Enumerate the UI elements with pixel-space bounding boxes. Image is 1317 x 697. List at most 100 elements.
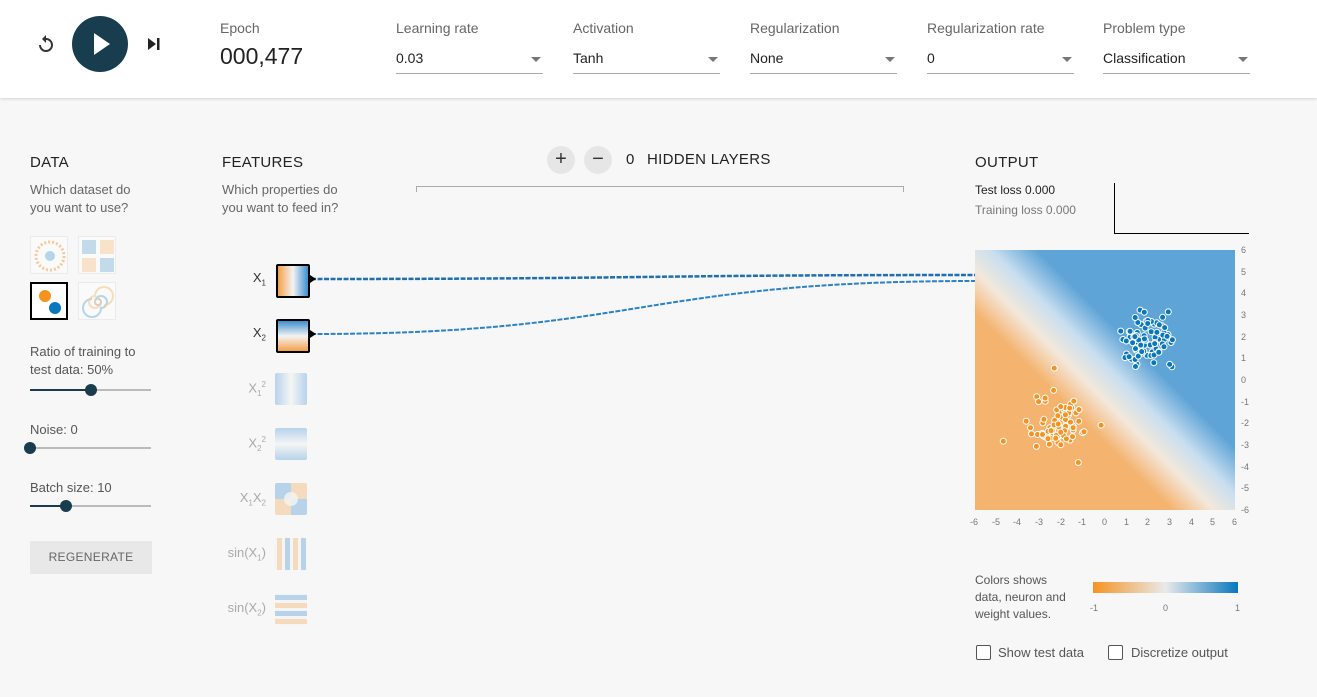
y-tick: 4 — [1241, 288, 1247, 298]
data-point — [1159, 313, 1167, 321]
y-tick: 0 — [1241, 375, 1247, 385]
data-point — [1047, 427, 1055, 435]
y-tick: 5 — [1241, 267, 1247, 277]
x-tick: 2 — [1145, 517, 1151, 527]
x-tick: 1 — [1124, 517, 1130, 527]
x-tick: -6 — [970, 517, 979, 527]
data-point — [1075, 417, 1083, 425]
show-test-data-label: Show test data — [998, 645, 1084, 660]
data-point — [1022, 417, 1030, 425]
legend-text: Colors shows data, neuron and weight val… — [975, 573, 1066, 621]
data-point — [1080, 428, 1088, 436]
data-point — [1057, 441, 1065, 449]
data-point — [1062, 435, 1070, 443]
data-point — [1166, 360, 1174, 368]
x-tick: 4 — [1189, 517, 1195, 527]
x-axis: -6 -5 -4 -3 -2 -1 0 1 2 3 4 5 6 — [970, 517, 1240, 529]
legend-tick-mid: 0 — [1163, 603, 1169, 613]
y-tick: -3 — [1241, 440, 1250, 450]
data-point — [1138, 348, 1146, 356]
data-point — [1132, 345, 1139, 353]
data-point — [1163, 332, 1171, 340]
data-point — [1125, 353, 1133, 361]
data-point — [1035, 398, 1043, 406]
x-tick: -2 — [1057, 517, 1066, 527]
x-tick: 3 — [1167, 517, 1173, 527]
data-point — [1069, 433, 1076, 441]
x-tick: 6 — [1232, 517, 1238, 527]
y-tick: -2 — [1241, 418, 1250, 428]
data-point — [1141, 335, 1148, 343]
data-point — [1067, 418, 1074, 426]
data-point — [1140, 308, 1148, 316]
link-x1-output — [310, 273, 976, 281]
data-point — [1074, 459, 1082, 466]
color-scale-bar — [1093, 582, 1238, 593]
data-point — [1052, 434, 1060, 442]
data-point — [1050, 386, 1058, 394]
test-loss: Test loss 0.000 — [975, 183, 1056, 197]
discretize-output-checkbox[interactable] — [1108, 645, 1123, 660]
training-loss: Training loss 0.000 — [975, 203, 1076, 217]
data-point — [1075, 406, 1083, 414]
output-heading: OUTPUT — [975, 154, 1039, 171]
data-point — [1129, 339, 1137, 347]
data-point — [1054, 412, 1062, 420]
loss-chart — [1114, 183, 1249, 234]
data-point — [1057, 403, 1065, 411]
data-point — [1126, 327, 1134, 335]
y-tick: -1 — [1241, 397, 1250, 407]
data-point — [1041, 394, 1049, 402]
data-point — [1050, 364, 1058, 372]
data-point — [1160, 343, 1168, 351]
legend-tick-max: 1 — [1235, 603, 1241, 613]
data-point — [1027, 424, 1034, 432]
data-point — [1153, 328, 1161, 336]
data-point — [1066, 404, 1074, 412]
data-point — [999, 437, 1007, 445]
data-point — [1057, 428, 1065, 436]
show-test-data-checkbox[interactable] — [976, 645, 991, 660]
legend-tick-min: -1 — [1090, 603, 1099, 613]
data-point — [1032, 442, 1040, 450]
data-point — [1131, 314, 1139, 321]
data-point — [1069, 424, 1077, 432]
x-tick: -1 — [1078, 517, 1087, 527]
data-point — [1132, 363, 1139, 370]
data-point — [1122, 337, 1130, 345]
x-tick: 5 — [1210, 517, 1216, 527]
y-tick: 6 — [1241, 245, 1247, 255]
data-point — [1164, 308, 1172, 316]
data-point — [1070, 397, 1078, 405]
y-tick: -5 — [1241, 483, 1250, 493]
data-point — [1144, 320, 1152, 327]
x-tick: 0 — [1102, 517, 1108, 527]
y-tick: 1 — [1241, 353, 1247, 363]
data-point — [1054, 420, 1062, 428]
y-tick: -6 — [1241, 505, 1250, 515]
link-x2-output — [310, 280, 976, 335]
data-point — [1151, 340, 1159, 348]
data-point — [1040, 415, 1048, 423]
data-point — [1161, 324, 1169, 332]
data-point — [1150, 359, 1158, 367]
x-tick: -4 — [1013, 517, 1022, 527]
data-point — [1028, 430, 1035, 438]
data-point — [1039, 431, 1046, 438]
output-heatmap — [975, 250, 1235, 510]
link-arrow-x2 — [310, 330, 316, 338]
x-tick: -3 — [1035, 517, 1044, 527]
y-tick: 2 — [1241, 332, 1247, 342]
data-point — [1155, 348, 1163, 356]
link-arrow-x1 — [310, 275, 316, 283]
data-point — [1117, 327, 1125, 335]
data-point — [1044, 435, 1052, 443]
data-point — [1097, 421, 1105, 429]
x-tick: -5 — [992, 517, 1001, 527]
y-tick: 3 — [1241, 310, 1247, 320]
discretize-output-label: Discretize output — [1131, 645, 1228, 660]
data-point — [1147, 328, 1155, 336]
y-axis: 6 5 4 3 2 1 0 -1 -2 -3 -4 -5 -6 — [1241, 245, 1261, 515]
y-tick: -4 — [1241, 462, 1250, 472]
data-point — [1131, 333, 1139, 341]
